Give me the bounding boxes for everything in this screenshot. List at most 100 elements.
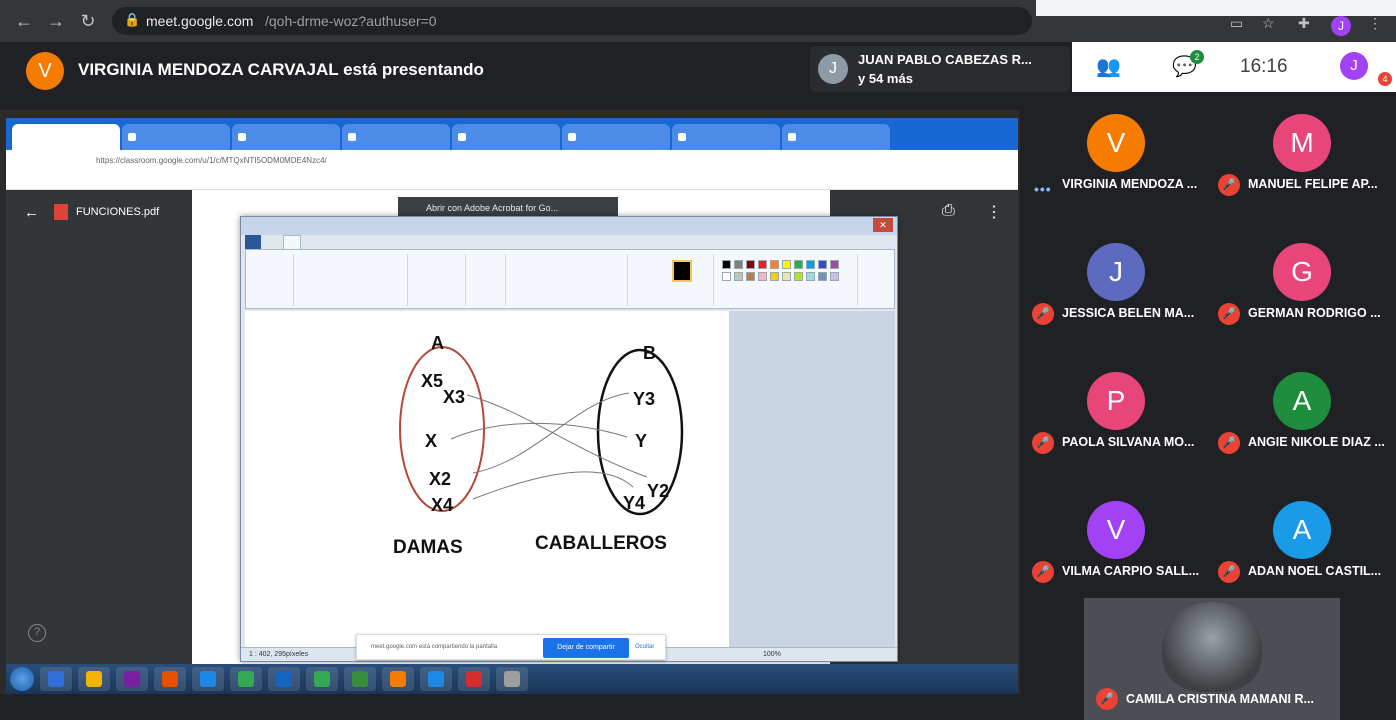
people-pill[interactable]: J JUAN PABLO CABEZAS R... y 54 más (810, 46, 1070, 92)
participant-avatar: P (1087, 372, 1145, 430)
inner-tab (562, 124, 670, 150)
inner-tab (452, 124, 560, 150)
set-b-item: Y3 (633, 389, 655, 409)
cast-icon[interactable]: ▭ (1230, 15, 1243, 32)
color-swatch (758, 272, 767, 281)
color-swatch (806, 260, 815, 269)
people-pill-name: JUAN PABLO CABEZAS R... (858, 52, 1032, 67)
taskbar-app-icon (344, 667, 376, 691)
browser-menu-icon[interactable]: ⋮ (1368, 15, 1382, 32)
participant-tile[interactable]: V ••• VIRGINIA MENDOZA ... (1024, 92, 1210, 220)
extension-strip (1036, 0, 1396, 16)
color-swatch (770, 260, 779, 269)
paint-canvas: A B X5 X3 X X2 X4 Y3 Y Y2 Y4 DAMAS CABAL… (245, 311, 729, 647)
help-icon: ? (28, 624, 46, 642)
participant-name: GERMAN RODRIGO ... (1248, 306, 1381, 320)
taskbar-app-icon (192, 667, 224, 691)
mic-off-icon: 🎤 (1032, 561, 1054, 583)
mic-off-icon: 🎤 (1218, 303, 1240, 325)
paint-window: ✕ A B X5 X3 X X2 X4 Y3 Y Y2 Y4 DAMAS CAB… (240, 216, 898, 662)
participant-tile[interactable]: M 🎤 MANUEL FELIPE AP... (1210, 92, 1396, 220)
url-host: meet.google.com (146, 13, 254, 29)
taskbar-app-icon (154, 667, 186, 691)
set-b-label: B (643, 343, 656, 363)
color-swatch (758, 260, 767, 269)
ribbon-shapes (510, 254, 628, 306)
participant-tile[interactable]: A 🎤 ANGIE NIKOLE DIAZ ... (1210, 350, 1396, 478)
color-swatch (818, 272, 827, 281)
windows-taskbar (6, 664, 1018, 694)
browser-toolbar: ← → ↻ 🔒 meet.google.com /qoh-drme-woz?au… (0, 0, 1396, 42)
inner-bookmarks-bar (6, 172, 1018, 190)
color-swatch (746, 272, 755, 281)
participants-grid: V ••• VIRGINIA MENDOZA ... M 🎤 MANUEL FELIPE … (1024, 92, 1396, 596)
participant-avatar: V (1087, 114, 1145, 172)
inner-tab (232, 124, 340, 150)
set-b-item: Y2 (647, 481, 669, 501)
pdf-file-icon (54, 204, 68, 220)
set-b-item: Y4 (623, 493, 645, 513)
participant-name: PAOLA SILVANA MO... (1062, 435, 1195, 449)
more-vert-icon: ⋮ (986, 204, 1002, 221)
browser-profile-avatar[interactable]: J (1331, 16, 1351, 36)
people-pill-avatar: J (818, 54, 848, 84)
taskbar-app-icon (230, 667, 262, 691)
paint-canvas-area: A B X5 X3 X X2 X4 Y3 Y Y2 Y4 DAMAS CABAL… (245, 311, 895, 647)
star-icon[interactable]: ☆ (1262, 15, 1275, 32)
participant-video (1162, 602, 1262, 692)
meet-bottom-strip (0, 694, 1084, 720)
back-arrow-icon: ← (24, 204, 39, 221)
self-avatar[interactable]: J (1340, 52, 1368, 80)
color-swatch (818, 260, 827, 269)
forward-arrow-icon[interactable]: → (44, 9, 68, 33)
participant-name: JESSICA BELEN MA... (1062, 306, 1195, 320)
share-notice: meet.google.com está compartiendo la pan… (371, 644, 498, 650)
color-palette (718, 254, 858, 306)
paint-tab-file (245, 235, 261, 249)
taskbar-app-icon (382, 667, 414, 691)
participant-tile[interactable]: P 🎤 PAOLA SILVANA MO... (1024, 350, 1210, 478)
participant-tile[interactable]: G 🎤 GERMAN RODRIGO ... (1210, 221, 1396, 349)
participant-video-tile[interactable]: 🎤 CAMILA CRISTINA MAMANI R... (1084, 598, 1340, 720)
speaking-indicator-icon: ••• (1034, 181, 1052, 197)
reload-icon[interactable]: ↻ (76, 9, 100, 33)
participant-avatar: A (1273, 372, 1331, 430)
ribbon-tools (412, 254, 466, 306)
address-bar[interactable]: 🔒 meet.google.com /qoh-drme-woz?authuser… (112, 7, 1032, 35)
set-a-item: X4 (431, 495, 453, 515)
color1-swatch (672, 260, 692, 282)
taskbar-app-icon (306, 667, 338, 691)
participant-avatar: M (1273, 114, 1331, 172)
participant-tile[interactable]: V 🎤 VILMA CARPIO SALL... (1024, 479, 1210, 607)
paint-title-bar: ✕ (241, 217, 897, 235)
mic-off-icon: 🎤 (1032, 303, 1054, 325)
color-swatch (746, 260, 755, 269)
participant-name: CAMILA CRISTINA MAMANI R... (1126, 692, 1314, 706)
participant-name: ADAN NOEL CASTIL... (1248, 564, 1382, 578)
participant-tile[interactable]: J 🎤 JESSICA BELEN MA... (1024, 221, 1210, 349)
ribbon-image (298, 254, 408, 306)
puzzle-icon[interactable]: ✚ (1298, 15, 1310, 32)
sets-diagram: A B X5 X3 X X2 X4 Y3 Y Y2 Y4 DAMAS CABAL… (393, 333, 684, 558)
inner-tab (342, 124, 450, 150)
taskbar-app-icon (496, 667, 528, 691)
back-arrow-icon[interactable]: ← (12, 9, 36, 33)
close-icon: ✕ (873, 218, 893, 232)
inner-address-bar: https://classroom.google.com/u/1/c/MTQxN… (6, 150, 1018, 172)
inner-url: https://classroom.google.com/u/1/c/MTQxN… (96, 156, 327, 165)
taskbar-app-icon (116, 667, 148, 691)
inner-tab (12, 124, 120, 150)
participant-tile[interactable]: A 🎤 ADAN NOEL CASTIL... (1210, 479, 1396, 607)
lock-icon: 🔒 (124, 12, 141, 27)
set-a-label: A (431, 333, 444, 353)
pdf-title: FUNCIONES.pdf (76, 206, 160, 218)
hide-share-bar-button: Ocultar (635, 644, 655, 650)
mic-off-icon: 🎤 (1218, 174, 1240, 196)
presenter-text: VIRGINIA MENDOZA CARVAJAL está presentan… (78, 60, 484, 79)
paint-ribbon-tabs (245, 235, 895, 249)
people-icon[interactable]: 👥 (1096, 54, 1121, 79)
participant-avatar: V (1087, 501, 1145, 559)
color-swatch (782, 272, 791, 281)
paint-tab-view (321, 235, 337, 249)
taskbar-app-icon (78, 667, 110, 691)
